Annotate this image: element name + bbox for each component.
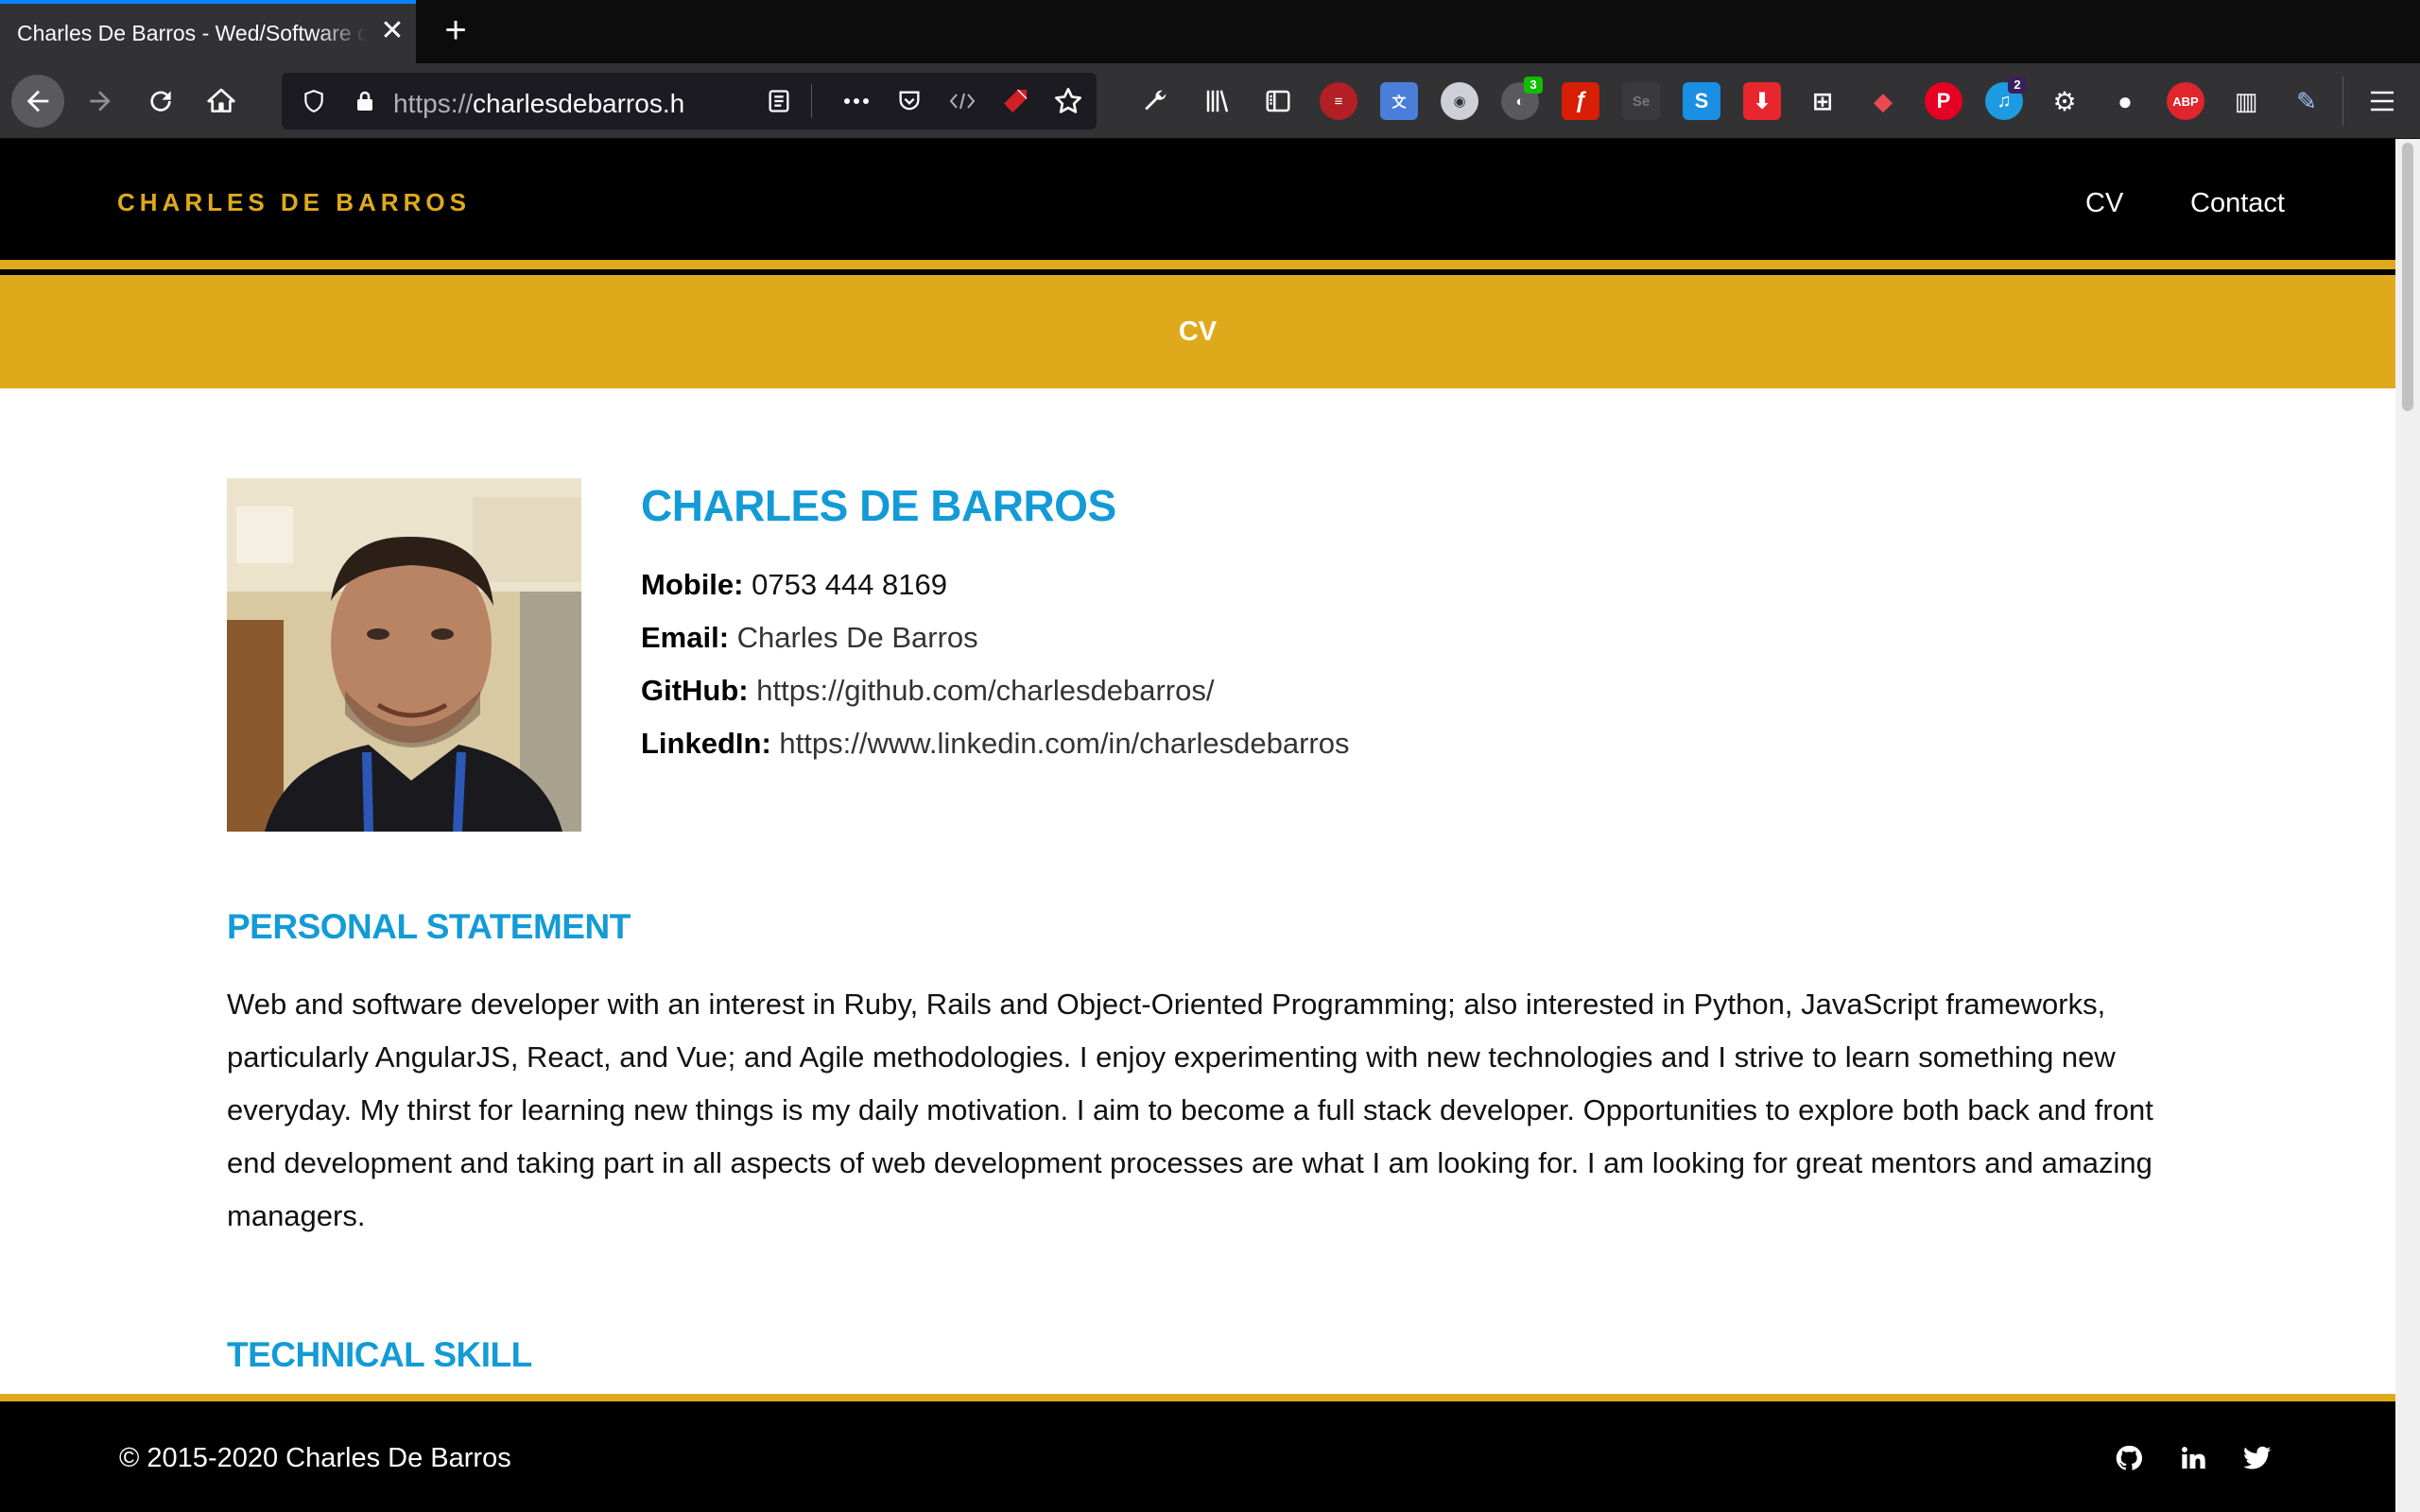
- new-tab-icon[interactable]: +: [437, 11, 475, 49]
- s-extension-icon[interactable]: S: [1683, 82, 1720, 120]
- extension-badge-count: 3: [1524, 77, 1543, 94]
- mobile-label: Mobile:: [641, 568, 744, 601]
- more-icon[interactable]: [832, 77, 881, 126]
- twitter-icon[interactable]: [2238, 1439, 2276, 1477]
- hamburger-menu-icon[interactable]: [2358, 77, 2407, 126]
- personal-statement-heading: PERSONAL STATEMENT: [227, 907, 631, 946]
- contact-mobile: Mobile: 0753 444 8169: [641, 568, 947, 602]
- page-banner: CV: [0, 275, 2395, 388]
- globe-extension-icon[interactable]: ◉: [1441, 82, 1478, 120]
- mobile-value: 0753 444 8169: [752, 568, 947, 601]
- scrollbar-thumb[interactable]: [2402, 143, 2413, 411]
- reload-icon[interactable]: [136, 77, 185, 126]
- pen-icon[interactable]: ✎: [2288, 82, 2325, 120]
- adblock-icon[interactable]: ABP: [2167, 82, 2204, 120]
- page-scrollbar[interactable]: [2395, 139, 2420, 1512]
- pocket-icon[interactable]: [885, 77, 934, 126]
- site-footer: © 2015-2020 Charles De Barros: [0, 1401, 2395, 1512]
- technical-skill-heading: TECHNICAL SKILL: [227, 1335, 532, 1374]
- bubble-extension-icon[interactable]: ●: [2106, 82, 2144, 120]
- page-title: CV: [1178, 317, 1218, 347]
- footer-copyright: © 2015-2020 Charles De Barros: [119, 1443, 511, 1473]
- github-label: GitHub:: [641, 674, 749, 707]
- contact-github: GitHub: https://github.com/charlesdebarr…: [641, 674, 1214, 708]
- star-icon[interactable]: [1044, 77, 1093, 126]
- email-link[interactable]: Charles De Barros: [737, 621, 978, 654]
- disabled-extension-icon[interactable]: Se: [1622, 82, 1660, 120]
- flash-icon[interactable]: ƒ: [1562, 82, 1599, 120]
- eraser-icon[interactable]: ◆: [1864, 82, 1902, 120]
- linkedin-link[interactable]: https://www.linkedin.com/in/charlesdebar…: [779, 727, 1349, 760]
- download-icon[interactable]: ⬇: [1743, 82, 1781, 120]
- linkedin-label: LinkedIn:: [641, 727, 771, 760]
- url-text[interactable]: https://charlesdebarros.h: [393, 89, 705, 119]
- site-brand[interactable]: CHARLES DE BARROS: [117, 188, 471, 217]
- gold-divider: [0, 260, 2395, 269]
- translate-icon[interactable]: 文: [1380, 82, 1418, 120]
- site-navbar: CHARLES DE BARROS CV Contact: [0, 139, 2395, 260]
- badge-extension-icon[interactable]: ◐ 3: [1501, 77, 1543, 120]
- reader-view-icon[interactable]: [754, 77, 804, 126]
- profile-name: CHARLES DE BARROS: [641, 481, 1116, 530]
- red-extension-icon[interactable]: ≡: [1320, 82, 1357, 120]
- close-tab-icon[interactable]: ✕: [376, 15, 408, 47]
- github-icon[interactable]: [2110, 1439, 2148, 1477]
- contact-linkedin: LinkedIn: https://www.linkedin.com/in/ch…: [641, 727, 1349, 761]
- github-link[interactable]: https://github.com/charlesdebarros/: [756, 674, 1214, 707]
- url-bar[interactable]: https://charlesdebarros.h: [282, 73, 1097, 129]
- gear-icon[interactable]: ⚙: [2046, 82, 2083, 120]
- wrench-icon[interactable]: [1131, 77, 1180, 126]
- back-arrow-icon[interactable]: [11, 75, 64, 128]
- library-icon[interactable]: [1193, 77, 1242, 126]
- personal-statement-text: Web and software developer with an inter…: [227, 988, 2153, 1232]
- home-icon[interactable]: [197, 77, 246, 126]
- sidebar-icon[interactable]: [1253, 77, 1303, 126]
- contact-email: Email: Charles De Barros: [641, 621, 978, 655]
- email-label: Email:: [641, 621, 730, 654]
- web-page: CHARLES DE BARROS CV Contact CV CHARLES …: [0, 139, 2395, 1512]
- book-icon[interactable]: ▥: [2227, 82, 2265, 120]
- profile-photo: [227, 478, 581, 832]
- lock-icon[interactable]: [340, 77, 389, 126]
- forward-arrow-icon[interactable]: [76, 77, 125, 126]
- bell-extension-icon[interactable]: ♫ 2: [1985, 77, 2027, 120]
- browser-toolbar: https://charlesdebarros.h ≡ 文 ◉ ◐ 3 ƒ Se…: [0, 63, 2420, 139]
- footer-gold-stripe: [0, 1394, 2395, 1401]
- extension-badge-count: 2: [2008, 77, 2027, 94]
- pinterest-icon[interactable]: P: [1925, 82, 1962, 120]
- tab-title: Charles De Barros - Wed/Software develop…: [17, 21, 367, 45]
- browser-tab[interactable]: Charles De Barros - Wed/Software develop…: [0, 0, 416, 63]
- nav-link-contact[interactable]: Contact: [2190, 188, 2285, 219]
- fence-icon[interactable]: ⊞: [1804, 82, 1841, 120]
- browser-tab-strip: Charles De Barros - Wed/Software develop…: [0, 0, 2420, 63]
- ruby-icon[interactable]: [991, 77, 1040, 126]
- shield-icon[interactable]: [289, 77, 338, 126]
- linkedin-icon[interactable]: [2174, 1439, 2212, 1477]
- code-icon[interactable]: [938, 77, 987, 126]
- nav-link-cv[interactable]: CV: [2085, 188, 2123, 219]
